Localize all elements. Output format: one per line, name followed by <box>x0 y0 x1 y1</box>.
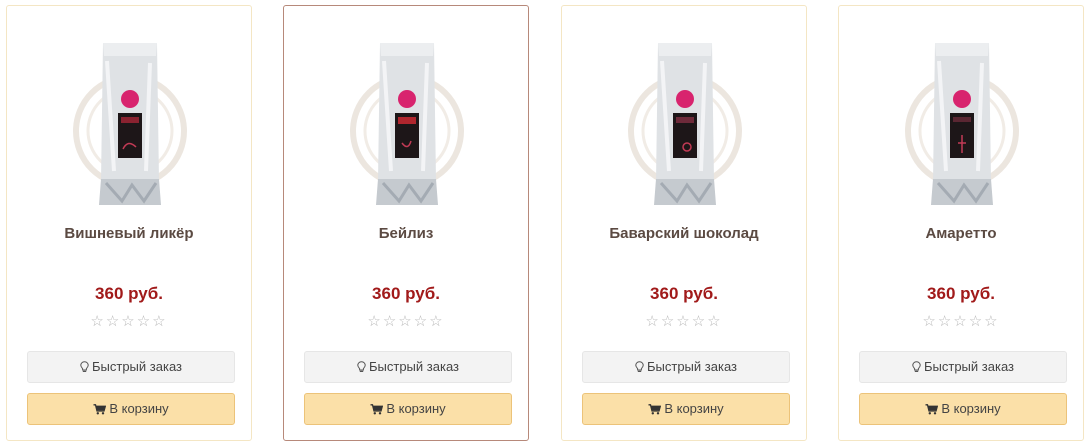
product-title[interactable]: Вишневый ликёр <box>7 225 251 242</box>
quick-order-label: Быстрый заказ <box>647 359 737 374</box>
product-image[interactable] <box>625 31 745 211</box>
rating-stars[interactable]: ☆☆☆☆☆ <box>562 312 806 330</box>
coffee-bag-image <box>905 43 1019 205</box>
product-card[interactable]: Вишневый ликёр 360 руб. ☆☆☆☆☆ Быстрый за… <box>6 5 252 441</box>
add-to-cart-button[interactable]: В корзину <box>27 393 235 425</box>
product-image[interactable] <box>70 31 190 211</box>
product-price: 360 руб. <box>95 284 163 303</box>
shopping-cart-icon <box>925 403 939 415</box>
product-card[interactable]: Баварский шоколад 360 руб. ☆☆☆☆☆ Быстрый… <box>561 5 807 441</box>
coffee-bag-image <box>350 43 464 205</box>
shopping-cart-icon <box>648 403 662 415</box>
quick-order-button[interactable]: Быстрый заказ <box>27 351 235 383</box>
product-title[interactable]: Бейлиз <box>284 225 528 242</box>
lightbulb-icon <box>357 361 366 373</box>
product-image[interactable] <box>347 31 467 211</box>
quick-order-label: Быстрый заказ <box>924 359 1014 374</box>
add-to-cart-button[interactable]: В корзину <box>582 393 790 425</box>
add-to-cart-button[interactable]: В корзину <box>304 393 512 425</box>
add-to-cart-label: В корзину <box>941 401 1001 416</box>
product-title[interactable]: Баварский шоколад <box>562 225 806 242</box>
rating-stars[interactable]: ☆☆☆☆☆ <box>284 312 528 330</box>
product-grid: Вишневый ликёр 360 руб. ☆☆☆☆☆ Быстрый за… <box>0 0 1086 445</box>
product-price: 360 руб. <box>927 284 995 303</box>
quick-order-label: Быстрый заказ <box>369 359 459 374</box>
quick-order-button[interactable]: Быстрый заказ <box>859 351 1067 383</box>
product-title[interactable]: Амаретто <box>839 225 1083 242</box>
lightbulb-icon <box>912 361 921 373</box>
add-to-cart-button[interactable]: В корзину <box>859 393 1067 425</box>
shopping-cart-icon <box>93 403 107 415</box>
add-to-cart-label: В корзину <box>386 401 446 416</box>
lightbulb-icon <box>635 361 644 373</box>
lightbulb-icon <box>80 361 89 373</box>
product-card[interactable]: Бейлиз 360 руб. ☆☆☆☆☆ Быстрый заказ В ко… <box>283 5 529 441</box>
rating-stars[interactable]: ☆☆☆☆☆ <box>7 312 251 330</box>
product-price: 360 руб. <box>372 284 440 303</box>
quick-order-button[interactable]: Быстрый заказ <box>304 351 512 383</box>
quick-order-label: Быстрый заказ <box>92 359 182 374</box>
coffee-bag-image <box>628 43 742 205</box>
add-to-cart-label: В корзину <box>109 401 169 416</box>
product-price: 360 руб. <box>650 284 718 303</box>
add-to-cart-label: В корзину <box>664 401 724 416</box>
coffee-bag-image <box>73 43 187 205</box>
shopping-cart-icon <box>370 403 384 415</box>
product-card[interactable]: Амаретто 360 руб. ☆☆☆☆☆ Быстрый заказ В … <box>838 5 1084 441</box>
quick-order-button[interactable]: Быстрый заказ <box>582 351 790 383</box>
rating-stars[interactable]: ☆☆☆☆☆ <box>839 312 1083 330</box>
product-image[interactable] <box>902 31 1022 211</box>
